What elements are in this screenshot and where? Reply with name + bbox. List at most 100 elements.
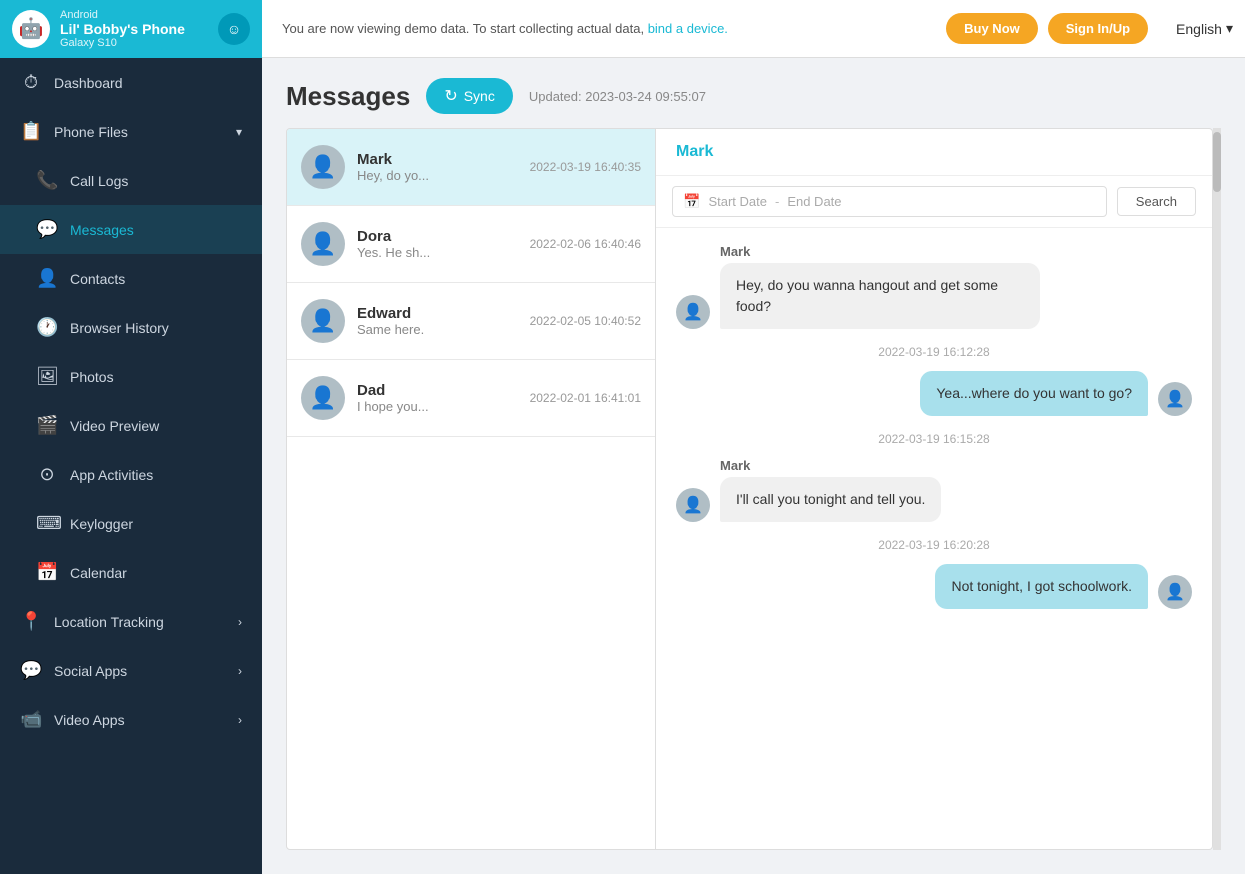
- calendar-icon: 📅: [683, 193, 700, 210]
- calendar-icon: 📅: [36, 562, 58, 583]
- sidebar-item-calendar[interactable]: 📅 Calendar: [0, 548, 262, 597]
- bind-device-link[interactable]: bind a device.: [648, 21, 728, 36]
- phone-files-icon: 📋: [20, 121, 42, 142]
- conv-time: 2022-02-06 16:40:46: [530, 237, 641, 251]
- sidebar-item-label: Location Tracking: [54, 614, 164, 630]
- android-icon: 🤖: [12, 10, 50, 48]
- language-label: English: [1176, 21, 1222, 37]
- sidebar-item-label: Browser History: [70, 320, 169, 336]
- sidebar-item-label: Calendar: [70, 565, 127, 581]
- sync-label: Sync: [464, 88, 495, 104]
- avatar: ☺: [218, 13, 250, 45]
- search-button[interactable]: Search: [1117, 187, 1196, 216]
- language-selector[interactable]: English ▾: [1164, 20, 1245, 37]
- device-name: Lil' Bobby's Phone: [60, 21, 185, 37]
- sidebar-item-location-tracking[interactable]: 📍 Location Tracking ›: [0, 597, 262, 646]
- sidebar-item-social-apps[interactable]: 💬 Social Apps ›: [0, 646, 262, 695]
- chat-contact-name: Mark: [676, 143, 713, 160]
- logo-section: 🤖 Android Lil' Bobby's Phone Galaxy S10 …: [0, 0, 262, 58]
- browser-history-icon: 🕐: [36, 317, 58, 338]
- sidebar-item-contacts[interactable]: 👤 Contacts: [0, 254, 262, 303]
- sidebar-item-label: Phone Files: [54, 124, 128, 140]
- avatar: 👤: [1158, 575, 1192, 609]
- message-timestamp: 2022-03-19 16:20:28: [676, 538, 1192, 552]
- sidebar-item-phone-files[interactable]: 📋 Phone Files ▾: [0, 107, 262, 156]
- message-sender-name: Mark: [720, 244, 1040, 259]
- conv-name: Dora: [357, 228, 510, 245]
- message-bubble: Yea...where do you want to go?: [920, 371, 1148, 416]
- avatar: 👤: [1158, 382, 1192, 416]
- date-range-picker[interactable]: 📅 Start Date - End Date: [672, 186, 1107, 217]
- conv-info: Dora Yes. He sh...: [357, 228, 510, 260]
- android-label: Android: [60, 9, 185, 21]
- sign-in-button[interactable]: Sign In/Up: [1048, 13, 1148, 44]
- message-timestamp: 2022-03-19 16:15:28: [676, 432, 1192, 446]
- video-preview-icon: 🎬: [36, 415, 58, 436]
- sidebar-item-call-logs[interactable]: 📞 Call Logs: [0, 156, 262, 205]
- conv-info: Dad I hope you...: [357, 382, 510, 414]
- notice-bar: You are now viewing demo data. To start …: [262, 21, 930, 36]
- app-activities-icon: ⊙: [36, 464, 58, 485]
- start-date-placeholder: Start Date: [708, 194, 767, 209]
- conv-info: Mark Hey, do yo...: [357, 151, 510, 183]
- sidebar-item-video-preview[interactable]: 🎬 Video Preview: [0, 401, 262, 450]
- conversation-item-dora[interactable]: 👤 Dora Yes. He sh... 2022-02-06 16:40:46: [287, 206, 655, 283]
- sidebar-item-keylogger[interactable]: ⌨ Keylogger: [0, 499, 262, 548]
- conv-time: 2022-02-01 16:41:01: [530, 391, 641, 405]
- sidebar-item-photos[interactable]: 🖼 Photos: [0, 352, 262, 401]
- sidebar-item-label: Call Logs: [70, 173, 128, 189]
- video-apps-icon: 📹: [20, 709, 42, 730]
- conv-preview: I hope you...: [357, 399, 510, 414]
- sidebar-item-video-apps[interactable]: 📹 Video Apps ›: [0, 695, 262, 744]
- device-info: Android Lil' Bobby's Phone Galaxy S10: [60, 9, 185, 49]
- sync-button[interactable]: ↻ Sync: [426, 78, 513, 114]
- device-model: Galaxy S10: [60, 37, 185, 49]
- notice-text: You are now viewing demo data. To start …: [282, 21, 644, 36]
- message-row: 👤 Yea...where do you want to go?: [676, 371, 1192, 416]
- conv-info: Edward Same here.: [357, 305, 510, 337]
- messages-icon: 💬: [36, 219, 58, 240]
- conversation-item-dad[interactable]: 👤 Dad I hope you... 2022-02-01 16:41:01: [287, 360, 655, 437]
- chevron-right-icon: ›: [238, 615, 242, 629]
- content-area: Messages ↻ Sync Updated: 2023-03-24 09:5…: [262, 58, 1245, 874]
- sidebar-item-label: App Activities: [70, 467, 153, 483]
- avatar: 👤: [676, 488, 710, 522]
- date-separator: -: [775, 194, 779, 209]
- sync-icon: ↻: [444, 86, 457, 106]
- sidebar-item-label: Messages: [70, 222, 134, 238]
- sidebar-item-app-activities[interactable]: ⊙ App Activities: [0, 450, 262, 499]
- message-bubble: I'll call you tonight and tell you.: [720, 477, 941, 522]
- sidebar: ⏱ Dashboard 📋 Phone Files ▾ 📞 Call Logs …: [0, 58, 262, 874]
- conv-preview: Yes. He sh...: [357, 245, 510, 260]
- conv-time: 2022-03-19 16:40:35: [530, 160, 641, 174]
- conv-name: Mark: [357, 151, 510, 168]
- sidebar-item-label: Keylogger: [70, 516, 133, 532]
- conversation-item-mark[interactable]: 👤 Mark Hey, do yo... 2022-03-19 16:40:35: [287, 129, 655, 206]
- sidebar-item-dashboard[interactable]: ⏱ Dashboard: [0, 58, 262, 107]
- updated-timestamp: Updated: 2023-03-24 09:55:07: [529, 89, 706, 104]
- social-apps-icon: 💬: [20, 660, 42, 681]
- chevron-down-icon: ▾: [1226, 20, 1233, 37]
- topbar: 🤖 Android Lil' Bobby's Phone Galaxy S10 …: [0, 0, 1245, 58]
- chat-messages: 👤 Mark Hey, do you wanna hangout and get…: [656, 228, 1212, 849]
- end-date-placeholder: End Date: [787, 194, 841, 209]
- sidebar-item-messages[interactable]: 💬 Messages: [0, 205, 262, 254]
- avatar: 👤: [301, 222, 345, 266]
- avatar: 👤: [301, 145, 345, 189]
- sidebar-item-label: Video Apps: [54, 712, 125, 728]
- scrollbar[interactable]: [1213, 128, 1221, 850]
- chat-area: Mark 📅 Start Date - End Date Search 👤: [656, 128, 1213, 850]
- sidebar-item-label: Video Preview: [70, 418, 159, 434]
- messages-layout: 👤 Mark Hey, do yo... 2022-03-19 16:40:35…: [262, 128, 1245, 874]
- avatar: 👤: [676, 295, 710, 329]
- chevron-down-icon: ▾: [236, 125, 242, 139]
- avatar: 👤: [301, 376, 345, 420]
- contacts-icon: 👤: [36, 268, 58, 289]
- location-icon: 📍: [20, 611, 42, 632]
- message-row: 👤 Not tonight, I got schoolwork.: [676, 564, 1192, 609]
- sidebar-item-label: Social Apps: [54, 663, 127, 679]
- scrollbar-thumb: [1213, 132, 1221, 192]
- buy-now-button[interactable]: Buy Now: [946, 13, 1038, 44]
- sidebar-item-browser-history[interactable]: 🕐 Browser History: [0, 303, 262, 352]
- conversation-item-edward[interactable]: 👤 Edward Same here. 2022-02-05 10:40:52: [287, 283, 655, 360]
